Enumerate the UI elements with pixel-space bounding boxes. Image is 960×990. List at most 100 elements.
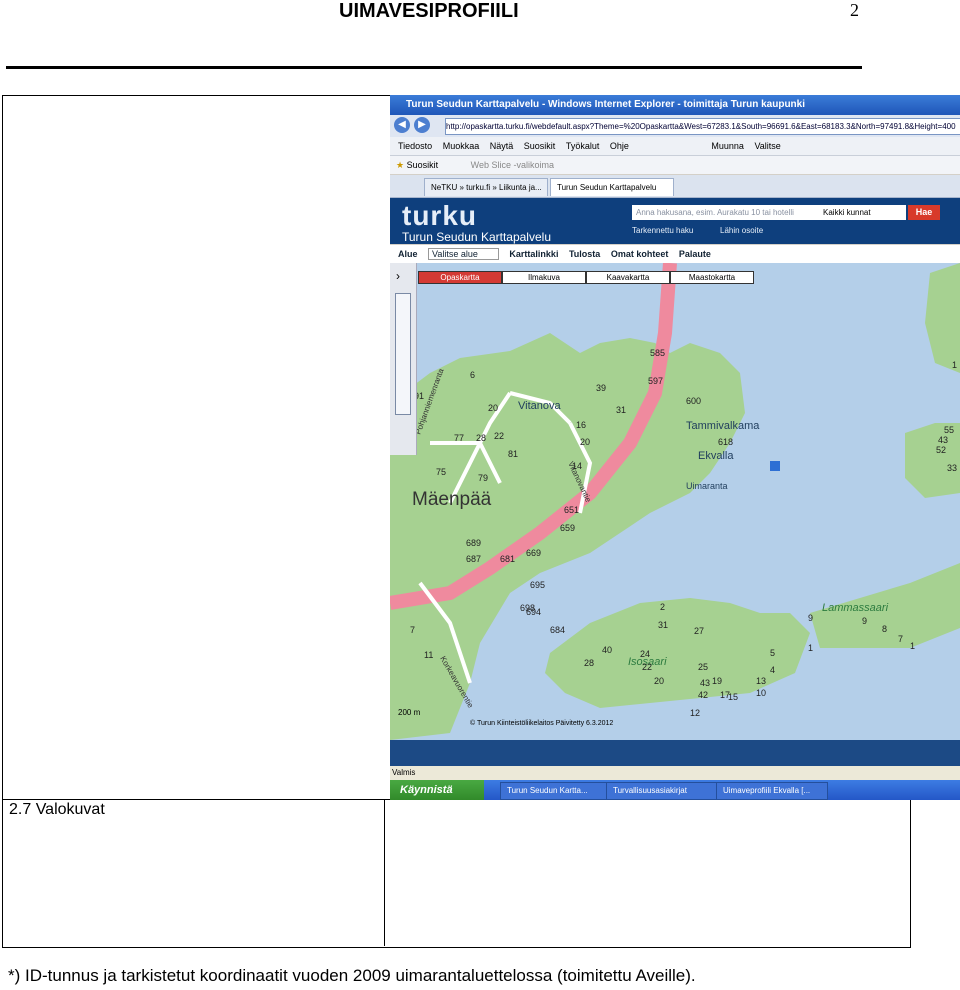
map-house-number: 22 xyxy=(642,662,652,672)
map-tools-sidebar: › xyxy=(390,263,417,455)
map-house-number: 1 xyxy=(910,641,915,651)
menu-view[interactable]: Näytä xyxy=(490,141,514,151)
browser-menu-bar: Tiedosto Muokkaa Näytä Suosikit Työkalut… xyxy=(390,137,960,156)
tab-kaavakartta[interactable]: Kaavakartta xyxy=(586,271,670,284)
map-label-tammivalkama: Tammivalkama xyxy=(686,420,760,432)
beach-icon[interactable] xyxy=(770,461,780,471)
map-canvas[interactable]: Mäenpää Vitanova Tammivalkama Ekvalla Ui… xyxy=(390,263,960,740)
map-house-number: 20 xyxy=(488,403,498,413)
site-subtitle: Turun Seudun Karttapalvelu xyxy=(402,230,551,244)
my-places-button[interactable]: Omat kohteet xyxy=(611,249,669,259)
map-house-number: 9 xyxy=(808,613,813,623)
convert-button[interactable]: Muunna xyxy=(711,141,744,151)
map-house-number: 600 xyxy=(686,396,701,406)
embedded-browser-screenshot: Turun Seudun Karttapalvelu - Windows Int… xyxy=(390,95,960,800)
taskbar-item-folder[interactable]: Turvallisuusasiakirjat xyxy=(606,782,718,800)
map-house-number: 19 xyxy=(712,676,722,686)
map-house-number: 20 xyxy=(580,437,590,447)
nearest-address-link[interactable]: Lähin osoite xyxy=(720,226,763,235)
map-house-number: 681 xyxy=(500,554,515,564)
document-title: UIMAVESIPROFIILI xyxy=(339,0,519,22)
zoom-slider[interactable] xyxy=(395,293,411,415)
map-house-number: 651 xyxy=(564,505,579,515)
browser-title-bar: Turun Seudun Karttapalvelu - Windows Int… xyxy=(390,95,960,115)
map-house-number: 14 xyxy=(572,461,582,471)
map-house-number: 33 xyxy=(947,463,957,473)
menu-file[interactable]: Tiedosto xyxy=(398,141,432,151)
window-title: Turun Seudun Karttapalvelu - Windows Int… xyxy=(406,99,806,110)
map-link-button[interactable]: Karttalinkki xyxy=(509,249,558,259)
start-button[interactable]: Käynnistä xyxy=(390,780,484,800)
map-house-number: 7 xyxy=(898,634,903,644)
header-rule xyxy=(6,66,862,69)
municipality-select[interactable]: Kaikki kunnat xyxy=(820,205,906,220)
address-bar-row: ◀ ▶ http://opaskartta.turku.fi/webdefaul… xyxy=(390,115,960,137)
tab-netku[interactable]: NeTKU » turku.fi » Liikunta ja... xyxy=(424,178,548,196)
map-house-number: 687 xyxy=(466,554,481,564)
menu-tools[interactable]: Työkalut xyxy=(566,141,600,151)
table-column-divider xyxy=(384,800,385,946)
search-button[interactable]: Hae xyxy=(908,205,940,220)
footnote: *) ID-tunnus ja tarkistetut koordinaatit… xyxy=(8,966,696,985)
expand-chevron-icon[interactable]: › xyxy=(396,269,416,283)
map-house-number: 31 xyxy=(658,620,668,630)
select-button[interactable]: Valitse xyxy=(754,141,780,151)
map-toolbar: Alue Valitse alue Karttalinkki Tulosta O… xyxy=(390,245,960,264)
star-icon: ★ xyxy=(396,160,405,170)
menu-help[interactable]: Ohje xyxy=(610,141,629,151)
map-label-lammassaari: Lammassaari xyxy=(822,602,889,614)
back-icon[interactable]: ◀ xyxy=(394,117,410,133)
map-house-number: 81 xyxy=(508,449,518,459)
section-label: 2.7 Valokuvat xyxy=(9,801,105,818)
map-house-number: 1 xyxy=(952,360,957,370)
tab-ilmakuva[interactable]: Ilmakuva xyxy=(502,271,586,284)
forward-icon[interactable]: ▶ xyxy=(414,117,430,133)
scale-label: 200 m xyxy=(398,708,421,717)
map-copyright: © Turun Kiinteistöliikelaitos Päivitetty… xyxy=(470,719,613,727)
map-house-number: 55 xyxy=(944,425,954,435)
favorites-bar: ★ Suosikit Web Slice -valikoima xyxy=(390,156,960,174)
map-house-number: 31 xyxy=(616,405,626,415)
map-house-number: 15 xyxy=(728,692,738,702)
taskbar-item-word[interactable]: Uimaveprofiili Ekvalla [... xyxy=(716,782,828,800)
menu-favorites[interactable]: Suosikit xyxy=(524,141,556,151)
taskbar-item-browser[interactable]: Turun Seudun Kartta... xyxy=(500,782,608,800)
webslice-button[interactable]: Web Slice -valikoima xyxy=(471,160,554,170)
map-house-number: 2 xyxy=(660,602,665,612)
area-select[interactable]: Valitse alue xyxy=(428,248,499,260)
map-house-number: 24 xyxy=(640,649,650,659)
map-house-number: 9 xyxy=(862,616,867,626)
map-house-number: 10 xyxy=(756,688,766,698)
address-field[interactable]: http://opaskartta.turku.fi/webdefault.as… xyxy=(445,118,960,135)
map-house-number: 695 xyxy=(530,580,545,590)
map-label-uimaranta: Uimaranta xyxy=(686,481,728,491)
map-house-number: 28 xyxy=(584,658,594,668)
map-house-number: 20 xyxy=(654,676,664,686)
print-button[interactable]: Tulosta xyxy=(569,249,600,259)
feedback-button[interactable]: Palaute xyxy=(679,249,711,259)
favorites-button[interactable]: Suosikit xyxy=(407,160,439,170)
tab-karttapalvelu[interactable]: Turun Seudun Karttapalvelu xyxy=(550,178,674,196)
status-bar: Valmis xyxy=(390,766,960,780)
map-house-number: 40 xyxy=(602,645,612,655)
map-house-number: 22 xyxy=(494,431,504,441)
map-house-number: 684 xyxy=(550,625,565,635)
menu-edit[interactable]: Muokkaa xyxy=(443,141,480,151)
windows-taskbar: Käynnistä Turun Seudun Kartta... Turvall… xyxy=(390,780,960,800)
map-house-number: 11 xyxy=(424,650,433,660)
map-house-number: 42 xyxy=(698,690,708,700)
area-label: Alue xyxy=(398,249,418,259)
map-house-number: 7 xyxy=(410,625,415,635)
tab-maastokartta[interactable]: Maastokartta xyxy=(670,271,754,284)
map-house-number: 79 xyxy=(478,473,488,483)
map-house-number: 39 xyxy=(596,383,606,393)
site-footer-bar xyxy=(390,740,960,766)
advanced-search-link[interactable]: Tarkennettu haku xyxy=(632,226,693,235)
map-house-number: 8 xyxy=(882,624,887,634)
page-number: 2 xyxy=(850,0,859,20)
map-house-number: 1 xyxy=(808,643,813,653)
map-house-number: 689 xyxy=(466,538,481,548)
tab-opaskartta[interactable]: Opaskartta xyxy=(418,271,502,284)
map-house-number: 597 xyxy=(648,376,663,386)
search-input[interactable]: Anna hakusana, esim. Aurakatu 10 tai hot… xyxy=(632,205,824,220)
